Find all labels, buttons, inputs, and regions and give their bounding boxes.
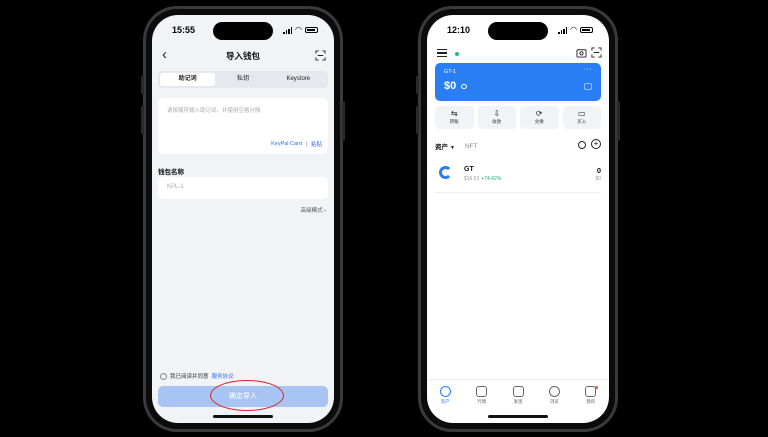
gt-token-logo xyxy=(439,166,452,179)
side-button xyxy=(141,106,144,134)
nav-label: 行情 xyxy=(477,399,487,404)
mnemonic-placeholder: 请按顺序输入助记词，并使用空格分隔 xyxy=(167,108,261,114)
wallet-name-input[interactable]: KPL-1 xyxy=(158,177,328,199)
home-indicator xyxy=(213,415,273,418)
token-row[interactable]: GT $16.53 +74.42% 0 $0 xyxy=(435,163,601,193)
discover-icon xyxy=(512,386,524,397)
terms-link[interactable]: 服务协议 xyxy=(212,372,234,380)
nav-label: 发现 xyxy=(513,399,523,404)
agreement-checkbox[interactable] xyxy=(160,372,167,380)
wallet-home-screen: 12:10 ◠ GT-1 ··· $0 ⇆ 转账 ⇩ 收款 ⟳ 兑换 ▭ 买入 … xyxy=(427,15,609,423)
token-symbol: GT xyxy=(464,166,474,173)
assets-icon xyxy=(439,386,451,397)
network-status-dot xyxy=(455,52,459,56)
side-button xyxy=(416,106,419,134)
power-button xyxy=(342,101,345,141)
add-token-icon[interactable]: + xyxy=(591,139,601,149)
token-price-row: $16.53 +74.42% xyxy=(464,176,501,182)
chevron-down-icon: ▼ xyxy=(450,145,455,151)
profile-icon xyxy=(585,386,597,397)
scan-icon[interactable] xyxy=(591,47,602,58)
nav-bar: ‹ 导入钱包 xyxy=(152,46,334,66)
market-icon xyxy=(476,386,488,397)
menu-icon[interactable] xyxy=(437,49,447,59)
chart-icon[interactable] xyxy=(584,83,592,90)
eye-icon[interactable] xyxy=(461,84,467,89)
quick-actions: ⇆ 转账 ⇩ 收款 ⟳ 兑换 ▭ 买入 xyxy=(435,106,601,129)
wallet-name[interactable]: GT-1 xyxy=(444,69,456,75)
action-label: 收款 xyxy=(492,119,502,124)
receive-icon: ⇩ xyxy=(493,109,501,118)
wallet-card[interactable]: GT-1 ··· $0 xyxy=(435,63,601,101)
wifi-icon: ◠ xyxy=(570,25,577,34)
token-amount: 0 xyxy=(596,166,601,175)
nav-label: 我的 xyxy=(586,399,596,404)
swap-button[interactable]: ⟳ 兑换 xyxy=(520,106,559,129)
tab-mnemonic[interactable]: 助记词 xyxy=(160,73,216,86)
right-phone-frame: 12:10 ◠ GT-1 ··· $0 ⇆ 转账 ⇩ 收款 ⟳ 兑换 ▭ 买入 … xyxy=(416,6,620,432)
home-indicator xyxy=(488,415,548,418)
signal-icon xyxy=(558,26,568,34)
import-type-tabs: 助记词 私钥 Keystore xyxy=(158,71,328,88)
search-icon[interactable] xyxy=(578,141,586,149)
tab-nft[interactable]: NFT xyxy=(465,143,478,150)
tab-assets-label: 资产 xyxy=(435,144,448,151)
scan-icon[interactable] xyxy=(315,50,326,61)
token-change: +74.42% xyxy=(481,176,502,182)
mnemonic-actions: KeyPal Card 粘贴 xyxy=(271,140,322,148)
nav-profile[interactable]: 我的 xyxy=(573,386,609,423)
wallet-name-value: KPL-1 xyxy=(167,184,184,190)
tab-keystore[interactable]: Keystore xyxy=(271,73,326,86)
status-bar: 15:55 ◠ xyxy=(152,23,334,37)
tab-private-key[interactable]: 私钥 xyxy=(215,73,270,86)
receive-button[interactable]: ⇩ 收款 xyxy=(477,106,516,129)
more-icon[interactable]: ··· xyxy=(584,66,593,73)
page-title: 导入钱包 xyxy=(225,51,260,61)
wallet-name-label: 钱包名称 xyxy=(158,169,184,176)
wallet-balance: $0 xyxy=(444,80,457,92)
battery-icon xyxy=(305,27,318,33)
action-label: 兑换 xyxy=(534,119,544,124)
token-price: $16.53 xyxy=(464,176,480,182)
status-time: 12:10 xyxy=(447,25,471,35)
wifi-icon: ◠ xyxy=(295,25,302,34)
agreement-text: 我已阅读并同意 xyxy=(170,374,209,380)
nav-label: 浏览 xyxy=(549,399,559,404)
battery-icon xyxy=(580,27,593,33)
action-label: 买入 xyxy=(577,119,587,124)
status-time: 15:55 xyxy=(172,25,196,35)
tab-assets[interactable]: 资产 ▼ xyxy=(435,141,455,151)
buy-icon: ▭ xyxy=(577,109,586,118)
nav-assets[interactable]: 资产 xyxy=(427,386,463,423)
status-icons: ◠ xyxy=(283,26,318,34)
mnemonic-input[interactable]: 请按顺序输入助记词，并使用空格分隔 KeyPal Card 粘贴 xyxy=(158,98,328,154)
status-bar: 12:10 ◠ xyxy=(427,23,609,37)
divider xyxy=(305,141,307,147)
keypal-card-link[interactable]: KeyPal Card xyxy=(271,141,302,147)
signal-icon xyxy=(283,26,293,34)
power-button xyxy=(617,101,620,141)
nav-bar xyxy=(427,46,609,62)
back-icon[interactable]: ‹ xyxy=(162,47,167,63)
highlight-annotation xyxy=(210,380,284,411)
side-button xyxy=(416,76,419,94)
globe-icon xyxy=(548,386,560,397)
nav-label: 资产 xyxy=(440,399,450,404)
transfer-button[interactable]: ⇆ 转账 xyxy=(435,106,474,129)
paste-link[interactable]: 粘贴 xyxy=(311,140,322,148)
wallet-manage-icon[interactable] xyxy=(576,47,587,58)
agreement-row: 我已阅读并同意 服务协议 xyxy=(160,372,234,380)
action-label: 转账 xyxy=(449,119,459,124)
import-wallet-screen: 15:55 ◠ ‹ 导入钱包 助记词 私钥 Keystore 请按顺序输入助记词… xyxy=(152,15,334,423)
transfer-icon: ⇆ xyxy=(450,109,458,118)
token-value: $0 xyxy=(595,176,601,182)
left-phone-frame: 15:55 ◠ ‹ 导入钱包 助记词 私钥 Keystore 请按顺序输入助记词… xyxy=(141,6,345,432)
side-button xyxy=(141,76,144,94)
asset-tabs: 资产 ▼ NFT + xyxy=(435,139,601,153)
status-icons: ◠ xyxy=(558,26,593,34)
swap-icon: ⟳ xyxy=(535,109,543,118)
buy-button[interactable]: ▭ 买入 xyxy=(562,106,601,129)
advanced-mode-link[interactable]: 高级模式 › xyxy=(301,206,326,214)
